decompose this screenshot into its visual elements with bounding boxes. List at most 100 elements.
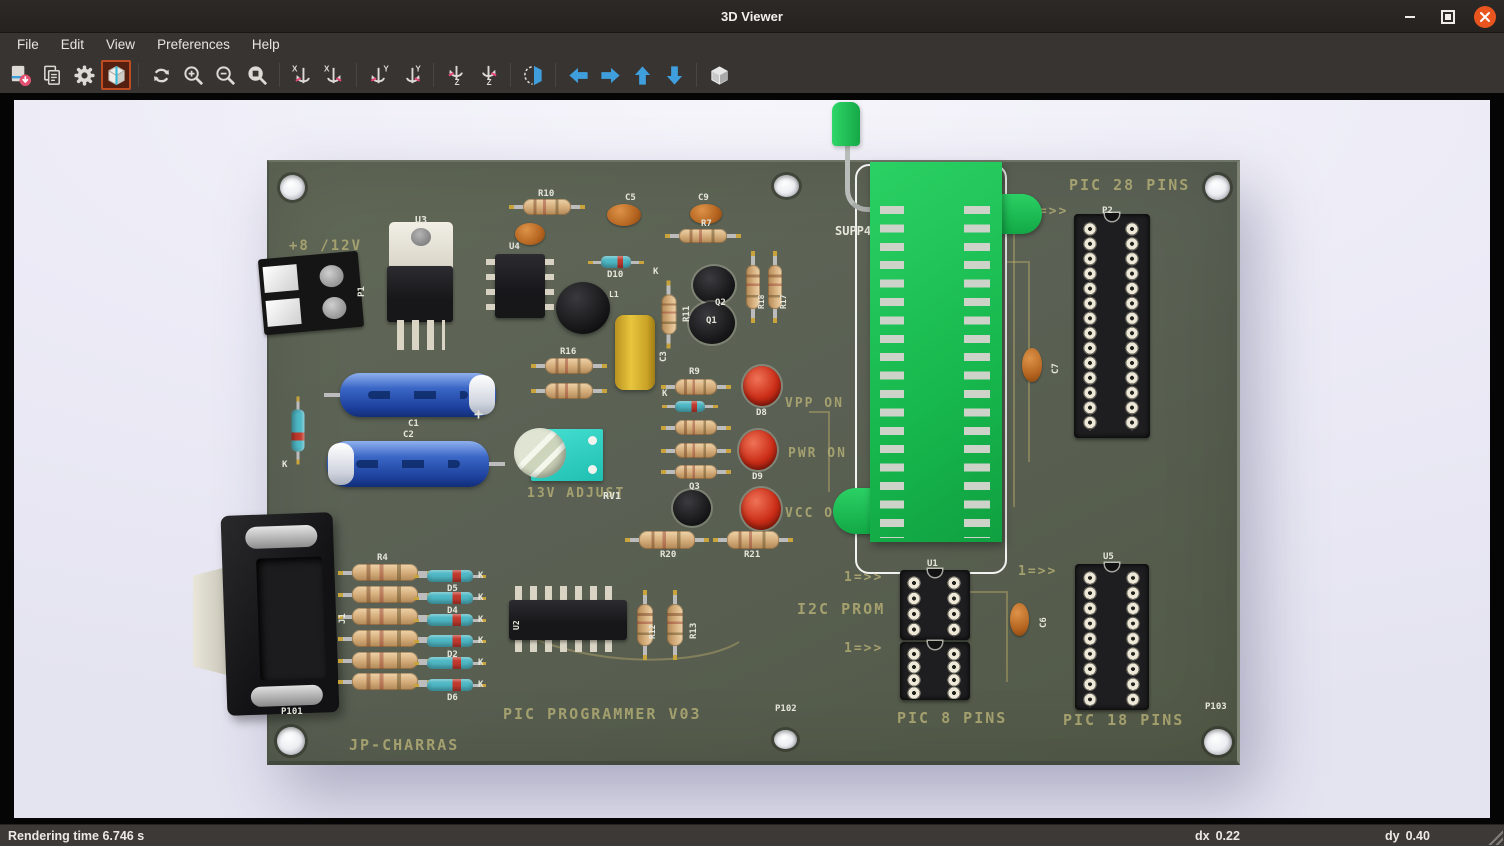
resize-grip[interactable]	[1485, 827, 1503, 845]
ref-p1: P1	[357, 286, 367, 297]
ref-r18: R18	[757, 295, 766, 309]
ic-u2	[509, 600, 627, 640]
ortho-cube-icon	[708, 64, 731, 87]
ref-q3: Q3	[689, 482, 700, 492]
ref-r17: R17	[779, 295, 788, 309]
socket-u1	[900, 570, 970, 640]
ref-c1-plus: +	[474, 405, 483, 423]
ref-k-r9: K	[662, 389, 667, 399]
ref-r12: R12	[648, 625, 657, 639]
led-vcc	[741, 488, 781, 530]
menu-preferences[interactable]: Preferences	[146, 33, 241, 57]
close-icon	[1479, 11, 1491, 23]
rotate-x-cw-icon: X	[291, 64, 314, 87]
cap-c6	[1010, 603, 1029, 636]
resistor-mid-c	[675, 465, 717, 479]
socket-u5	[1075, 564, 1149, 710]
menu-file[interactable]: File	[6, 33, 50, 57]
ref-p101: P101	[281, 707, 303, 717]
menu-view[interactable]: View	[95, 33, 146, 57]
resistor-stack-2	[352, 586, 418, 603]
rotate-z-ccw-button[interactable]: Z	[473, 60, 503, 90]
pad-hole-p103	[1204, 729, 1232, 755]
diode-d1	[292, 410, 305, 452]
maximize-button[interactable]	[1436, 5, 1460, 29]
silk-supp: SUPP4	[835, 224, 871, 238]
diode-stack-6	[427, 679, 473, 691]
orthographic-view-button[interactable]	[704, 60, 734, 90]
resistor-r7	[679, 229, 727, 243]
u2-pins-bottom	[515, 638, 619, 652]
silk-pic28: PIC 28 PINS	[1069, 176, 1190, 194]
silk-vpp-on: VPP ON	[785, 396, 844, 411]
ref-d10: D10	[607, 270, 623, 280]
minimize-button[interactable]	[1398, 5, 1422, 29]
zoom-in-button[interactable]	[178, 60, 208, 90]
ref-q1: Q1	[706, 316, 717, 326]
menu-help[interactable]: Help	[241, 33, 291, 57]
ref-rv1: RV1	[603, 491, 621, 502]
silk-pin1-u5: 1=>>	[1018, 564, 1057, 579]
render-settings-button[interactable]	[69, 60, 99, 90]
arrow-left-icon	[567, 64, 590, 87]
rotate-x-ccw-button[interactable]: X	[319, 60, 349, 90]
zoom-fit-button[interactable]	[242, 60, 272, 90]
ref-r9: R9	[689, 367, 700, 377]
titlebar[interactable]: 3D Viewer	[0, 0, 1504, 33]
zif-lever-handle	[832, 102, 860, 146]
ref-u3: U3	[415, 215, 427, 226]
db9-connector-p101	[221, 512, 340, 716]
rotate-y-ccw-button[interactable]: Y	[396, 60, 426, 90]
arrow-right-icon	[599, 64, 622, 87]
rotate-y-cw-button[interactable]: Y	[364, 60, 394, 90]
zif-socket	[870, 162, 1002, 542]
ref-c7: C7	[1051, 363, 1061, 374]
dy-label: dy	[1385, 829, 1400, 843]
ref-c5: C5	[625, 193, 636, 203]
ref-c3: C3	[659, 351, 669, 362]
cap-c7	[1022, 348, 1042, 382]
render-canvas[interactable]: +8 /12V P1 U3 R10 C5	[14, 100, 1490, 818]
ref-r11: R11	[682, 306, 692, 322]
close-button[interactable]	[1474, 6, 1496, 28]
pan-left-button[interactable]	[563, 60, 593, 90]
cap-c3	[615, 315, 655, 390]
menu-edit[interactable]: Edit	[50, 33, 95, 57]
ref-j1: J1	[338, 613, 348, 624]
pan-down-button[interactable]	[659, 60, 689, 90]
copy-image-button[interactable]	[37, 60, 67, 90]
ref-c2: C2	[403, 430, 414, 440]
u3-body	[387, 266, 453, 322]
ic-u4	[495, 254, 545, 318]
ref-r13: R13	[689, 623, 699, 639]
pan-up-button[interactable]	[627, 60, 657, 90]
flip-board-button[interactable]	[518, 60, 548, 90]
ref-k3: K	[478, 615, 483, 625]
window-title: 3D Viewer	[0, 0, 1504, 33]
rotate-x-cw-button[interactable]: X	[287, 60, 317, 90]
export-image-button[interactable]	[5, 60, 35, 90]
terminal-block-p1	[258, 251, 364, 335]
menubar: File Edit View Preferences Help	[0, 33, 1504, 57]
ref-k2: K	[478, 593, 483, 603]
zoom-out-icon	[214, 64, 237, 87]
led-d9	[739, 430, 777, 470]
ref-u2: U2	[512, 620, 521, 630]
pan-right-button[interactable]	[595, 60, 625, 90]
rotate-z-cw-button[interactable]: Z	[441, 60, 471, 90]
view-orientation-button[interactable]	[101, 60, 131, 90]
resistor-stack-5	[352, 652, 418, 669]
resistor-stack-3	[352, 608, 418, 625]
u3-legs	[397, 320, 445, 350]
silk-board-title: PIC PROGRAMMER V03	[503, 705, 702, 723]
resistor-mid-a	[675, 420, 717, 435]
ref-p2: P2	[1102, 206, 1113, 216]
ref-d4: D4	[447, 606, 458, 616]
pcb-board: +8 /12V P1 U3 R10 C5	[267, 160, 1240, 765]
zoom-out-button[interactable]	[210, 60, 240, 90]
silk-pic8: PIC 8 PINS	[897, 709, 1007, 727]
silk-i2c-prom: I2C PROM	[797, 600, 885, 618]
reload-board-button[interactable]	[146, 60, 176, 90]
arrow-down-icon	[663, 64, 686, 87]
mounting-hole-bl	[277, 727, 305, 755]
